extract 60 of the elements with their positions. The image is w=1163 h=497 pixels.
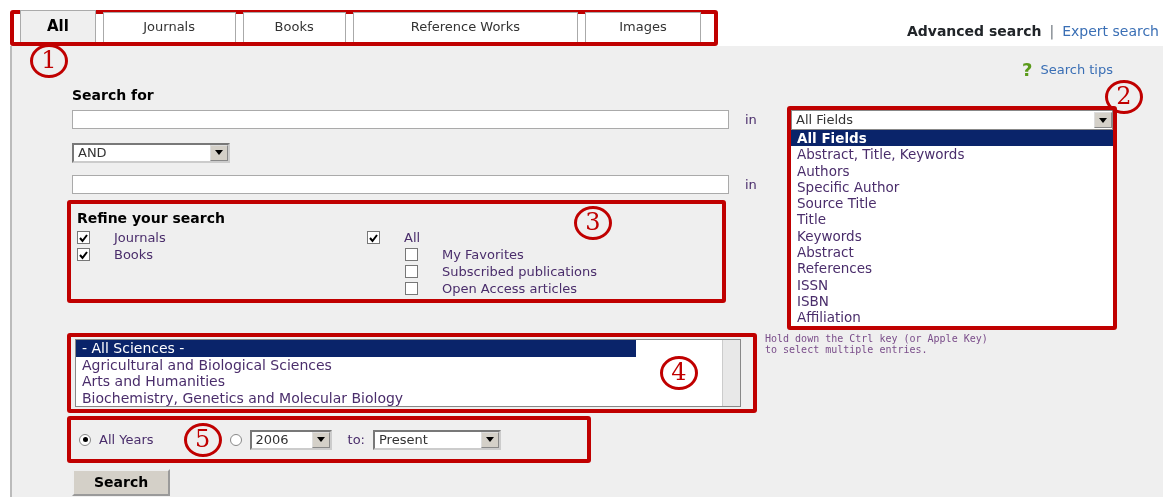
search-input[interactable] <box>72 110 729 130</box>
dropdown-option[interactable]: Keywords <box>791 227 1113 245</box>
radio-label: All Years <box>99 430 154 449</box>
scrollbar[interactable] <box>722 340 740 406</box>
in-label: in <box>745 111 757 129</box>
dropdown-option[interactable]: References <box>791 260 1113 277</box>
refine-title: Refine your search <box>77 209 225 228</box>
checkbox-label: My Favorites <box>442 245 524 264</box>
checkbox[interactable] <box>367 231 380 244</box>
checkbox[interactable] <box>405 265 418 278</box>
tab[interactable]: Images <box>584 12 701 42</box>
search-tips-link[interactable]: Search tips <box>1040 59 1113 80</box>
checkbox-label: Books <box>114 245 154 264</box>
checkbox[interactable] <box>405 282 418 295</box>
checkbox[interactable] <box>77 248 90 261</box>
dropdown-option[interactable]: Abstract, Title, Keywords <box>791 146 1113 163</box>
checkbox-label: Journals <box>114 228 166 247</box>
checkbox[interactable] <box>77 231 90 244</box>
from-year-select[interactable]: 2006 <box>249 429 332 450</box>
tab[interactable]: Reference Works <box>352 12 578 42</box>
tab[interactable]: All <box>20 10 96 42</box>
listbox-option[interactable]: - All Sciences - <box>76 340 636 357</box>
search-button[interactable]: Search <box>72 469 171 496</box>
dropdown-option[interactable]: Title <box>791 211 1113 228</box>
dropdown-option[interactable]: Abstract <box>791 244 1113 261</box>
checkbox[interactable] <box>405 248 418 261</box>
dropdown-option[interactable]: ISBN <box>791 292 1113 310</box>
checkbox-label: Subscribed publications <box>442 262 597 281</box>
field-select[interactable]: All Fields <box>791 110 1113 130</box>
callout-marker: 2 <box>1105 80 1143 114</box>
dropdown-option[interactable]: ISSN <box>791 276 1113 293</box>
subject-listbox[interactable]: - All Sciences - Agricultural and Biological Sciences Arts and Humanities Biochemistry, Genetics and Molecular Biology 4 <box>75 339 741 407</box>
checkbox-label: Open Access articles <box>442 279 578 298</box>
radio-button[interactable] <box>229 433 242 446</box>
dropdown-option[interactable]: All Fields <box>791 130 1113 147</box>
to-year-select[interactable]: Present <box>373 429 501 450</box>
operator-select[interactable]: AND <box>72 142 230 163</box>
search-for-label: Search for <box>72 86 154 105</box>
dropdown-option[interactable]: Affiliation <box>791 309 1113 326</box>
radio-button[interactable] <box>79 433 91 446</box>
to-label: to: <box>347 430 365 449</box>
tab[interactable]: Books <box>242 12 346 42</box>
dropdown-option[interactable]: Authors <box>791 162 1113 179</box>
expert-search-link[interactable]: Expert search <box>1062 21 1159 42</box>
callout-marker: 5 <box>183 422 222 457</box>
advanced-search-label: Advanced search <box>906 22 1042 41</box>
checkbox-label: All <box>404 228 421 247</box>
help-icon: ? <box>1022 56 1033 83</box>
listbox-option[interactable]: Agricultural and Biological Sciences <box>76 356 636 373</box>
tab[interactable]: Journals <box>102 12 236 42</box>
listbox-option[interactable]: Biochemistry, Genetics and Molecular Biology <box>76 389 636 406</box>
search-input[interactable] <box>72 174 729 194</box>
hint-text: Hold down the Ctrl key (or Apple Key) to select multiple entries. <box>765 333 989 355</box>
dropdown-option[interactable]: Source Title <box>791 195 1113 212</box>
dropdown-option[interactable]: Specific Author <box>791 178 1113 196</box>
separator: | <box>1049 22 1055 42</box>
callout-marker: 3 <box>574 206 612 240</box>
callout-marker: 4 <box>660 356 698 390</box>
listbox-option[interactable]: Arts and Humanities <box>76 373 636 390</box>
in-label: in <box>745 175 757 194</box>
